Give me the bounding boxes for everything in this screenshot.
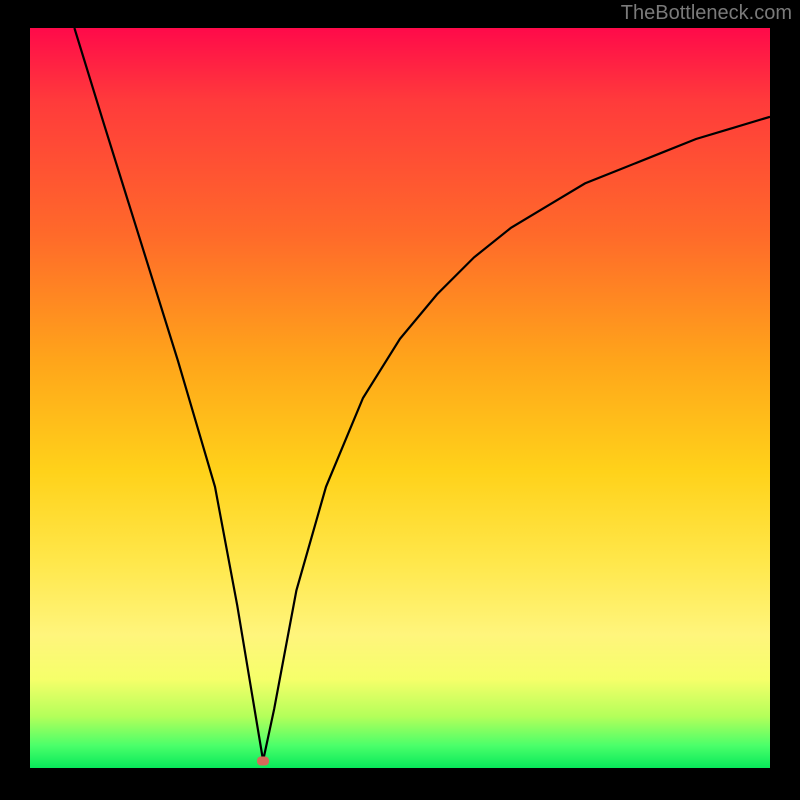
curve-path	[74, 28, 770, 761]
optimum-marker	[257, 756, 269, 765]
plot-area	[30, 28, 770, 768]
chart-frame: TheBottleneck.com	[0, 0, 800, 800]
bottleneck-curve	[30, 28, 770, 768]
watermark-text: TheBottleneck.com	[621, 2, 792, 25]
